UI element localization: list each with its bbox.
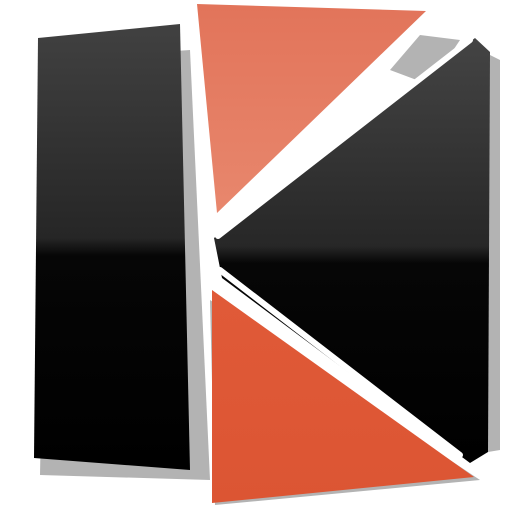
logo-canvas — [0, 0, 512, 512]
k-logo-icon — [34, 4, 500, 505]
left-dark-bar — [34, 24, 190, 470]
